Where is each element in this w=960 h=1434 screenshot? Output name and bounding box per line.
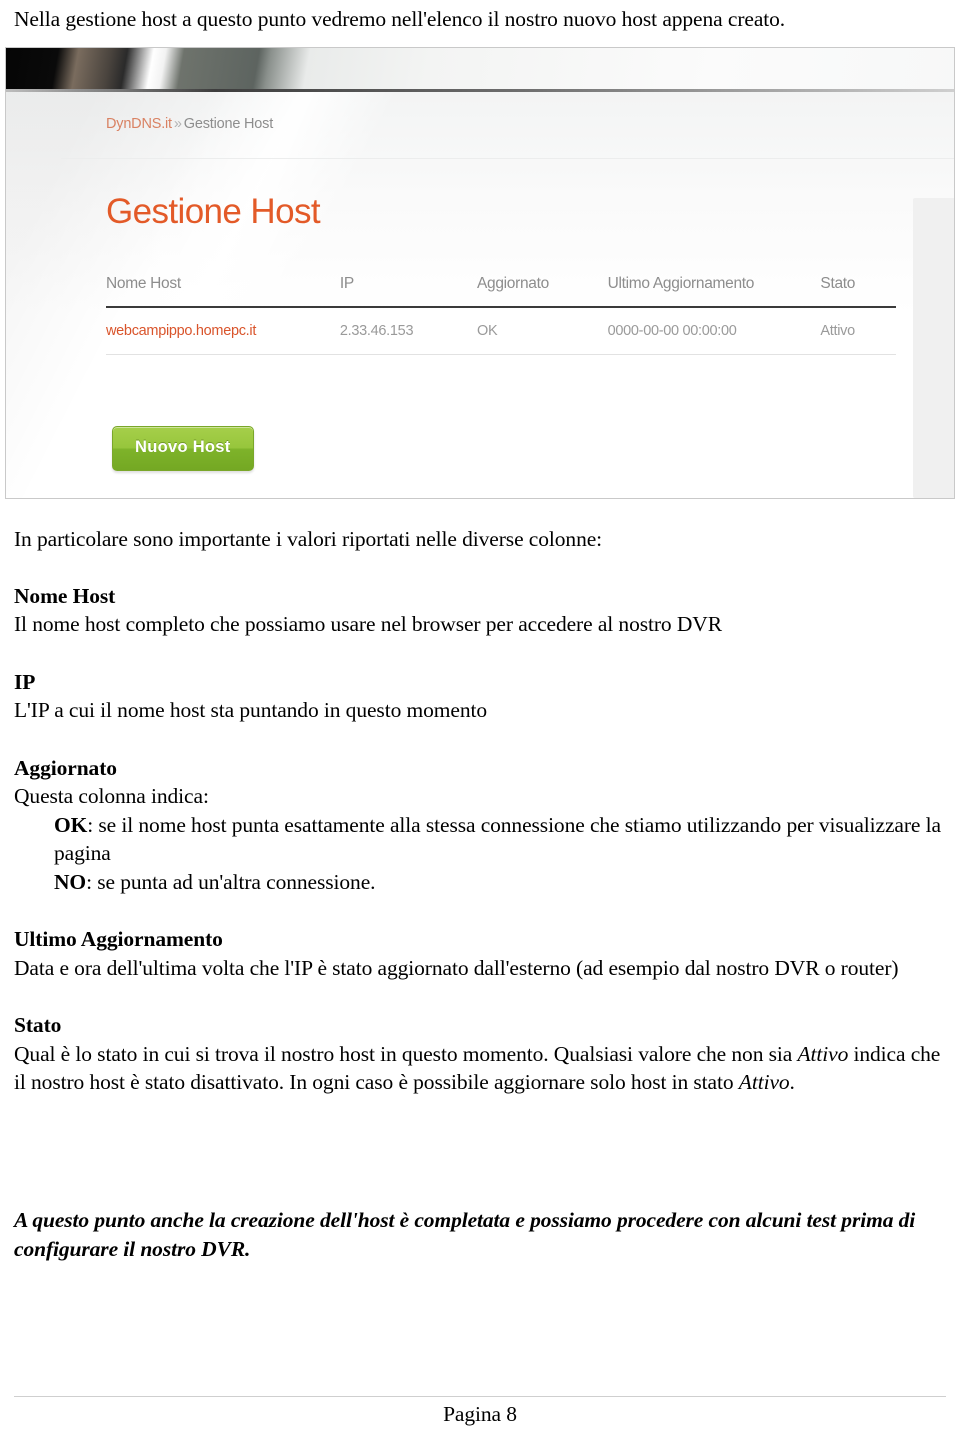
bullet-no: NO: se punta ad un'altra connessione.	[14, 868, 946, 897]
column-header-ultimo-aggiornamento: Ultimo Aggiornamento	[607, 275, 821, 308]
site-banner-image	[6, 48, 954, 92]
body-stato: Qual è lo stato in cui si trova il nostr…	[14, 1040, 946, 1097]
body-stato-part1: Qual è lo stato in cui si trova il nostr…	[14, 1041, 798, 1066]
cell-aggiornato: OK	[476, 307, 608, 355]
body-ip: L'IP a cui il nome host sta puntando in …	[14, 698, 488, 722]
body-ultimo-aggiornamento: Data e ora dell'ultima volta che l'IP è …	[14, 955, 899, 980]
cell-host-name[interactable]: webcampippo.homepc.it	[106, 307, 340, 355]
footer-divider	[14, 1396, 946, 1397]
bullet-ok-term: OK	[54, 812, 88, 837]
body-stato-emph1: Attivo	[797, 1041, 849, 1066]
bullet-no-text: : se punta ad un'altra connessione.	[86, 869, 376, 894]
body-aggiornato: Questa colonna indica:	[14, 784, 209, 808]
host-table: Nome Host IP Aggiornato Ultimo Aggiornam…	[106, 275, 896, 355]
column-header-aggiornato: Aggiornato	[476, 275, 608, 308]
document-body: In particolare sono importante i valori …	[14, 525, 946, 1097]
bullet-ok: OK: se il nome host punta esattamente al…	[14, 811, 946, 868]
bullet-no-term: NO	[54, 869, 87, 894]
page-number: Pagina 8	[443, 1402, 517, 1426]
cell-ip: 2.33.46.153	[339, 307, 477, 355]
closing-paragraph: A questo punto anche la creazione dell'h…	[14, 1208, 916, 1261]
cell-ultimo-aggiornamento: 0000-00-00 00:00:00	[607, 307, 821, 355]
heading-nome-host: Nome Host	[14, 583, 116, 608]
body-stato-emph2: Attivo	[738, 1070, 790, 1094]
column-header-nome-host: Nome Host	[106, 275, 340, 308]
heading-ip: IP	[14, 669, 36, 694]
intro-paragraph: Nella gestione host a questo punto vedre…	[14, 7, 786, 31]
body-stato-part3: .	[789, 1070, 795, 1094]
breadcrumb-site-link[interactable]: DynDNS.it	[106, 116, 172, 132]
heading-ultimo-aggiornamento: Ultimo Aggiornamento	[14, 927, 223, 951]
breadcrumb-current: Gestione Host	[183, 116, 274, 132]
body-nome-host: Il nome host completo che possiamo usare…	[14, 612, 722, 636]
cell-stato: Attivo	[820, 307, 896, 355]
breadcrumb: DynDNS.it» Gestione Host	[106, 116, 273, 132]
heading-stato: Stato	[14, 1013, 62, 1037]
table-header-row: Nome Host IP Aggiornato Ultimo Aggiornam…	[106, 275, 896, 308]
lead-in-paragraph: In particolare sono importante i valori …	[14, 527, 603, 551]
new-host-button[interactable]: Nuovo Host	[112, 426, 254, 471]
heading-aggiornato: Aggiornato	[14, 755, 117, 780]
column-header-ip: IP	[339, 275, 477, 308]
embedded-screenshot: DynDNS.it» Gestione Host Gestione Host No…	[5, 47, 955, 499]
page-title: Gestione Host	[106, 192, 321, 231]
right-side-panel	[913, 198, 954, 498]
bullet-ok-text: : se il nome host punta esattamente alla…	[54, 812, 941, 866]
column-header-stato: Stato	[820, 275, 896, 308]
document-page: Nella gestione host a questo punto vedre…	[0, 0, 960, 1434]
breadcrumb-separator: »	[173, 116, 182, 132]
table-row: webcampippo.homepc.it 2.33.46.153 OK 000…	[106, 307, 896, 355]
breadcrumb-divider	[61, 158, 954, 159]
